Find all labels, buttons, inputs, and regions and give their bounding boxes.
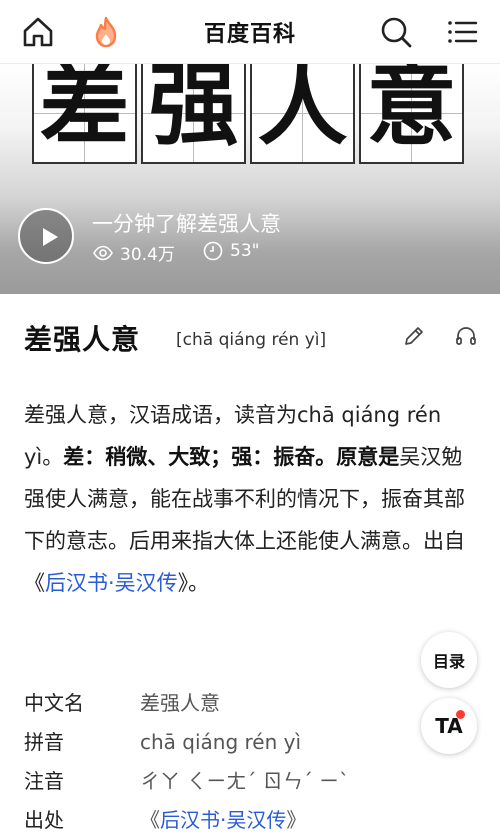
info-label: 拼音: [24, 730, 64, 754]
source-close: 》: [286, 808, 307, 832]
entry-header: 差强人意 [chā qiáng rén yì]: [24, 318, 484, 358]
info-value: 差强人意: [140, 691, 220, 715]
info-value: 《后汉书·吴汉传》: [140, 801, 306, 840]
idiom-character-grid: 差 强 人 意: [32, 64, 468, 164]
view-count-text: 30.4万: [120, 245, 175, 265]
summary-end: 》。: [177, 571, 210, 595]
idiom-char: 意: [366, 64, 457, 158]
char-cell: 差: [32, 64, 137, 164]
video-banner[interactable]: 差 强 人 意 一分钟了解差强人意 30.4万 53": [0, 64, 500, 294]
info-label: 中文名: [24, 691, 84, 715]
link-houhanshu[interactable]: 后汉书: [45, 571, 108, 595]
char-cell: 人: [250, 64, 355, 164]
eye-icon: [93, 245, 113, 260]
site-logo-title[interactable]: 百度百科: [0, 16, 500, 48]
idiom-char: 强: [148, 64, 239, 158]
source-open: 《: [140, 808, 160, 832]
link-wuhanzhuan[interactable]: ·吴汉传: [108, 571, 178, 595]
info-value: chā qiáng rén yì: [140, 730, 302, 754]
entry-pinyin: [chā qiáng rén yì]: [176, 330, 327, 350]
basic-info-box: 中文名 差强人意 拼音 chā qiáng rén yì 注音 ㄔㄚ ㄑㄧㄤˊ …: [24, 684, 414, 840]
summary-definition: 差：稍微、大致；强：振奋。原意是: [63, 445, 400, 469]
video-title[interactable]: 一分钟了解差强人意: [92, 208, 281, 238]
search-icon[interactable]: [378, 14, 414, 50]
video-duration: 53": [202, 240, 259, 262]
home-icon[interactable]: [20, 14, 56, 50]
play-button[interactable]: [18, 208, 74, 264]
menu-icon[interactable]: [444, 14, 480, 50]
info-label: 注音: [24, 769, 64, 793]
clock-icon: [203, 241, 223, 261]
info-row: 拼音 chā qiáng rén yì: [24, 723, 414, 762]
idiom-char: 差: [39, 64, 130, 158]
edit-icon[interactable]: [402, 324, 426, 348]
info-row: 注音 ㄔㄚ ㄑㄧㄤˊ ㄖㄣˊ ㄧˋ: [24, 762, 414, 801]
top-nav-bar: 百度百科: [0, 0, 500, 64]
entry-summary: 差强人意，汉语成语，读音为chā qiáng rén yì。差：稍微、大致；强：…: [24, 394, 474, 604]
char-cell: 强: [141, 64, 246, 164]
ta-button[interactable]: TA: [421, 698, 477, 754]
toc-label: 目录: [432, 652, 465, 671]
char-cell: 意: [359, 64, 464, 164]
page-title: 差强人意: [24, 323, 141, 356]
view-count: 30.4万: [92, 240, 175, 265]
info-row: 中文名 差强人意: [24, 684, 414, 723]
source-link-wuhanzhuan[interactable]: ·吴汉传: [220, 808, 286, 832]
play-icon: [43, 228, 58, 246]
flame-icon[interactable]: [88, 14, 124, 50]
source-link-houhanshu[interactable]: 后汉书: [160, 808, 220, 832]
info-value: ㄔㄚ ㄑㄧㄤˊ ㄖㄣˊ ㄧˋ: [140, 769, 350, 793]
notification-dot: [456, 710, 465, 719]
video-duration-text: 53": [230, 241, 260, 261]
info-label: 出处: [24, 808, 64, 832]
table-of-contents-button[interactable]: 目录: [421, 632, 477, 688]
headphones-icon[interactable]: [454, 324, 478, 348]
info-row: 出处 《后汉书·吴汉传》: [24, 801, 414, 840]
idiom-char: 人: [257, 64, 348, 158]
